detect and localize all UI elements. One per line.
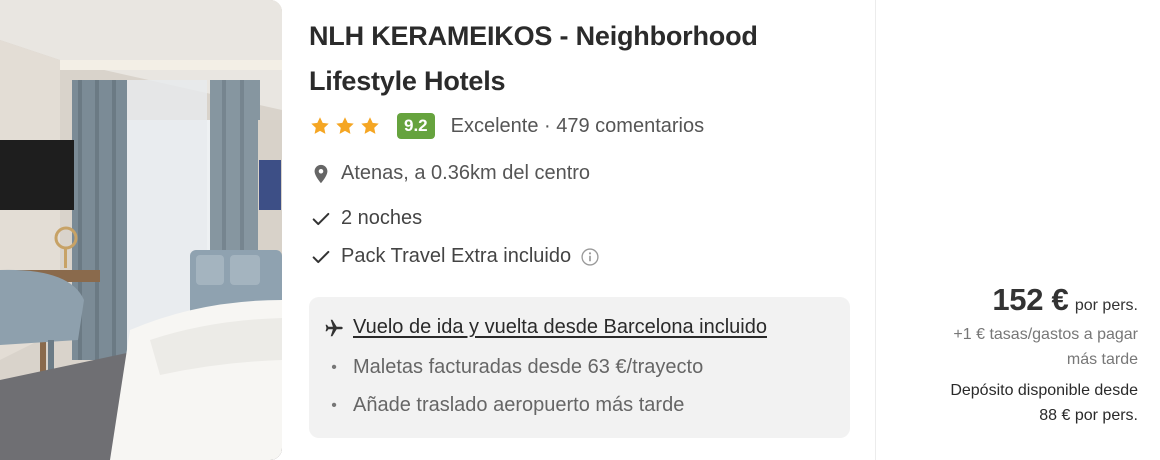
deposit-line: Depósito disponible desde <box>950 382 1138 399</box>
map-pin-icon <box>314 164 328 183</box>
hotel-photo[interactable] <box>0 0 282 460</box>
hotel-details: NLH KERAMEIKOS - Neighborhood Lifestyle … <box>309 14 854 438</box>
info-icon[interactable] <box>580 247 600 267</box>
flight-bullet: • Maletas facturadas desde 63 €/trayecto <box>323 356 703 379</box>
deposit-note: Depósito disponible desde 88 € por pers. <box>878 378 1138 428</box>
taxes-note: +1 € tasas/gastos a pagar más tarde <box>878 322 1138 372</box>
check-icon <box>312 250 330 263</box>
taxes-line: más tarde <box>1066 351 1138 368</box>
pack-row: Pack Travel Extra incluido <box>309 245 600 268</box>
flight-info: Vuelo de ida y vuelta desde Barcelona in… <box>323 316 767 339</box>
plane-icon <box>325 319 343 336</box>
price-per-person: por pers. <box>1074 297 1138 314</box>
location-text: Atenas, a 0.36km del centro <box>341 162 591 184</box>
star-icon <box>336 117 354 134</box>
hotel-name[interactable]: NLH KERAMEIKOS - Neighborhood Lifestyle … <box>309 14 854 104</box>
rating-summary[interactable]: Excelente · 479 comentarios <box>451 115 704 138</box>
price-column: 152 € por pers. +1 € tasas/gastos a paga… <box>878 282 1138 428</box>
check-icon <box>312 212 330 225</box>
location-row: Atenas, a 0.36km del centro <box>309 162 590 185</box>
flight-link[interactable]: Vuelo de ida y vuelta desde Barcelona in… <box>353 316 767 339</box>
nights-text: 2 noches <box>341 207 423 229</box>
bullet-dot: • <box>331 358 337 376</box>
rating-row: 9.2 Excelente · 479 comentarios <box>309 111 704 141</box>
price-amount[interactable]: 152 € <box>992 282 1068 317</box>
luggage-text: Maletas facturadas desde 63 €/trayecto <box>353 356 704 378</box>
star-rating <box>309 115 381 137</box>
flight-box: Vuelo de ida y vuelta desde Barcelona in… <box>309 297 850 438</box>
column-divider <box>875 0 876 460</box>
bullet-dot: • <box>331 396 337 414</box>
price-line: 152 € por pers. <box>878 282 1138 318</box>
transfer-text: Añade traslado aeropuerto más tarde <box>353 394 685 416</box>
hotel-card[interactable]: NLH KERAMEIKOS - Neighborhood Lifestyle … <box>0 0 1160 460</box>
taxes-line: +1 € tasas/gastos a pagar <box>953 326 1138 343</box>
star-icon <box>311 117 329 134</box>
score-badge: 9.2 <box>397 113 435 139</box>
deposit-line: 88 € por pers. <box>1039 407 1138 424</box>
star-icon <box>361 117 379 134</box>
nights-row: 2 noches <box>309 207 422 230</box>
pack-text: Pack Travel Extra incluido <box>341 245 572 267</box>
flight-bullet: • Añade traslado aeropuerto más tarde <box>323 394 684 417</box>
